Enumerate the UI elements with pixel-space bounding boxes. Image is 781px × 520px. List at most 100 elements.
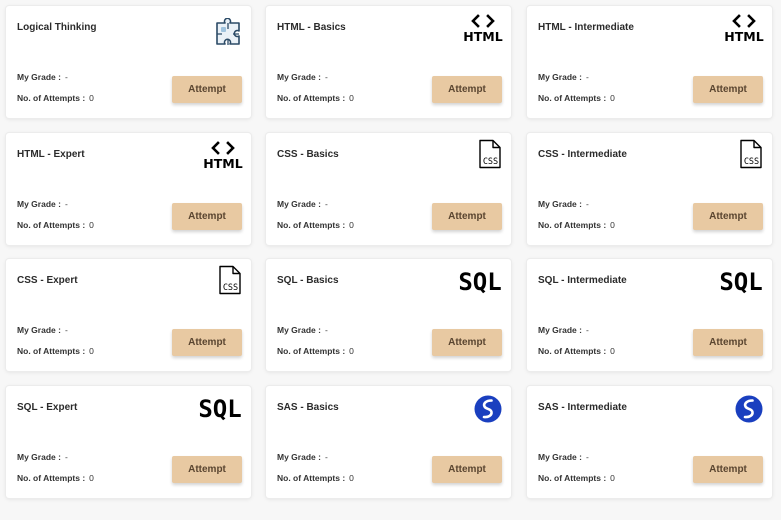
attempts-label: No. of Attempts : [17, 473, 86, 483]
attempts-line: No. of Attempts :0 [538, 93, 615, 103]
grade-value: - [64, 72, 68, 82]
attempts-value: 0 [610, 473, 615, 483]
grade-label: My Grade : [17, 199, 61, 209]
sql-icon: SQL [719, 268, 762, 296]
attempts-line: No. of Attempts :0 [538, 473, 615, 483]
attempt-button[interactable]: Attempt [693, 329, 763, 356]
attempts-value: 0 [89, 93, 94, 103]
attempts-label: No. of Attempts : [538, 473, 607, 483]
card-title: HTML - Expert [17, 149, 85, 160]
attempt-button[interactable]: Attempt [172, 203, 242, 230]
quiz-card-css-intermediate: CSS - Intermediate CSS My Grade :- No. o… [527, 133, 772, 245]
attempt-button[interactable]: Attempt [172, 76, 242, 103]
card-title: SQL - Intermediate [538, 275, 627, 286]
grade-label: My Grade : [17, 452, 61, 462]
grade-value: - [585, 199, 589, 209]
attempts-value: 0 [89, 346, 94, 356]
grade-line: My Grade :- [17, 452, 68, 462]
attempt-button[interactable]: Attempt [432, 76, 502, 103]
attempts-line: No. of Attempts :0 [17, 93, 94, 103]
grade-line: My Grade :- [277, 72, 328, 82]
grade-line: My Grade :- [277, 452, 328, 462]
attempts-label: No. of Attempts : [17, 346, 86, 356]
sql-icon: SQL [198, 395, 241, 423]
attempts-line: No. of Attempts :0 [277, 93, 354, 103]
sql-icon: SQL [458, 268, 501, 296]
html-icon: HTML [203, 141, 243, 170]
quiz-grid: Logical Thinking My Grade :- No. of Atte… [0, 0, 781, 520]
attempt-button[interactable]: Attempt [172, 456, 242, 483]
html-icon: HTML [463, 14, 503, 43]
attempts-value: 0 [610, 220, 615, 230]
puzzle-icon [216, 18, 240, 45]
card-title: HTML - Intermediate [538, 22, 634, 33]
attempt-button[interactable]: Attempt [693, 456, 763, 483]
svg-text:CSS: CSS [483, 157, 498, 167]
grade-line: My Grade :- [17, 325, 68, 335]
attempts-line: No. of Attempts :0 [538, 346, 615, 356]
quiz-card-logical-thinking: Logical Thinking My Grade :- No. of Atte… [6, 6, 251, 118]
attempts-value: 0 [349, 346, 354, 356]
attempts-label: No. of Attempts : [17, 93, 86, 103]
quiz-card-html-intermediate: HTML - Intermediate HTML My Grade :- No.… [527, 6, 772, 118]
attempts-label: No. of Attempts : [538, 93, 607, 103]
attempts-line: No. of Attempts :0 [17, 473, 94, 483]
attempts-value: 0 [89, 220, 94, 230]
css-file-icon: CSS [219, 265, 241, 295]
quiz-card-sql-expert: SQL - Expert SQL My Grade :- No. of Atte… [6, 386, 251, 498]
grade-label: My Grade : [17, 325, 61, 335]
attempt-button[interactable]: Attempt [693, 203, 763, 230]
grade-value: - [585, 72, 589, 82]
attempt-button[interactable]: Attempt [432, 329, 502, 356]
attempt-button[interactable]: Attempt [693, 76, 763, 103]
card-title: SQL - Expert [17, 402, 78, 413]
card-title: CSS - Expert [17, 275, 78, 286]
attempts-value: 0 [349, 473, 354, 483]
grade-label: My Grade : [277, 325, 321, 335]
css-file-icon: CSS [740, 139, 762, 169]
grade-value: - [324, 199, 328, 209]
attempts-value: 0 [610, 93, 615, 103]
attempt-button[interactable]: Attempt [432, 456, 502, 483]
attempt-button[interactable]: Attempt [432, 203, 502, 230]
attempts-line: No. of Attempts :0 [17, 220, 94, 230]
attempt-button[interactable]: Attempt [172, 329, 242, 356]
card-title: Logical Thinking [17, 22, 97, 33]
grade-line: My Grade :- [538, 72, 589, 82]
grade-label: My Grade : [277, 72, 321, 82]
attempts-line: No. of Attempts :0 [277, 346, 354, 356]
quiz-card-sas-basics: SAS - Basics My Grade :- No. of Attempts… [266, 386, 511, 498]
attempts-line: No. of Attempts :0 [277, 473, 354, 483]
grade-line: My Grade :- [17, 72, 68, 82]
grade-label: My Grade : [277, 452, 321, 462]
attempts-line: No. of Attempts :0 [538, 220, 615, 230]
svg-text:HTML: HTML [463, 29, 502, 43]
svg-text:SQL: SQL [458, 268, 501, 296]
quiz-card-html-basics: HTML - Basics HTML My Grade :- No. of At… [266, 6, 511, 118]
svg-text:CSS: CSS [223, 283, 238, 293]
quiz-card-css-basics: CSS - Basics CSS My Grade :- No. of Atte… [266, 133, 511, 245]
grade-value: - [585, 452, 589, 462]
quiz-card-sql-intermediate: SQL - Intermediate SQL My Grade :- No. o… [527, 259, 772, 371]
attempts-label: No. of Attempts : [277, 220, 346, 230]
grade-value: - [324, 325, 328, 335]
attempts-value: 0 [349, 220, 354, 230]
svg-text:CSS: CSS [744, 157, 759, 167]
attempts-value: 0 [349, 93, 354, 103]
svg-text:HTML: HTML [724, 29, 763, 43]
attempts-label: No. of Attempts : [277, 473, 346, 483]
grade-label: My Grade : [538, 72, 582, 82]
quiz-card-sql-basics: SQL - Basics SQL My Grade :- No. of Atte… [266, 259, 511, 371]
css-file-icon: CSS [479, 139, 501, 169]
attempts-line: No. of Attempts :0 [17, 346, 94, 356]
card-title: HTML - Basics [277, 22, 346, 33]
quiz-card-css-expert: CSS - Expert CSS My Grade :- No. of Atte… [6, 259, 251, 371]
quiz-card-html-expert: HTML - Expert HTML My Grade :- No. of At… [6, 133, 251, 245]
grade-label: My Grade : [538, 452, 582, 462]
svg-text:SQL: SQL [719, 268, 762, 296]
sas-logo-icon [735, 395, 763, 423]
attempts-label: No. of Attempts : [17, 220, 86, 230]
grade-line: My Grade :- [538, 199, 589, 209]
quiz-card-sas-intermediate: SAS - Intermediate My Grade :- No. of At… [527, 386, 772, 498]
sas-logo-icon [474, 395, 502, 423]
